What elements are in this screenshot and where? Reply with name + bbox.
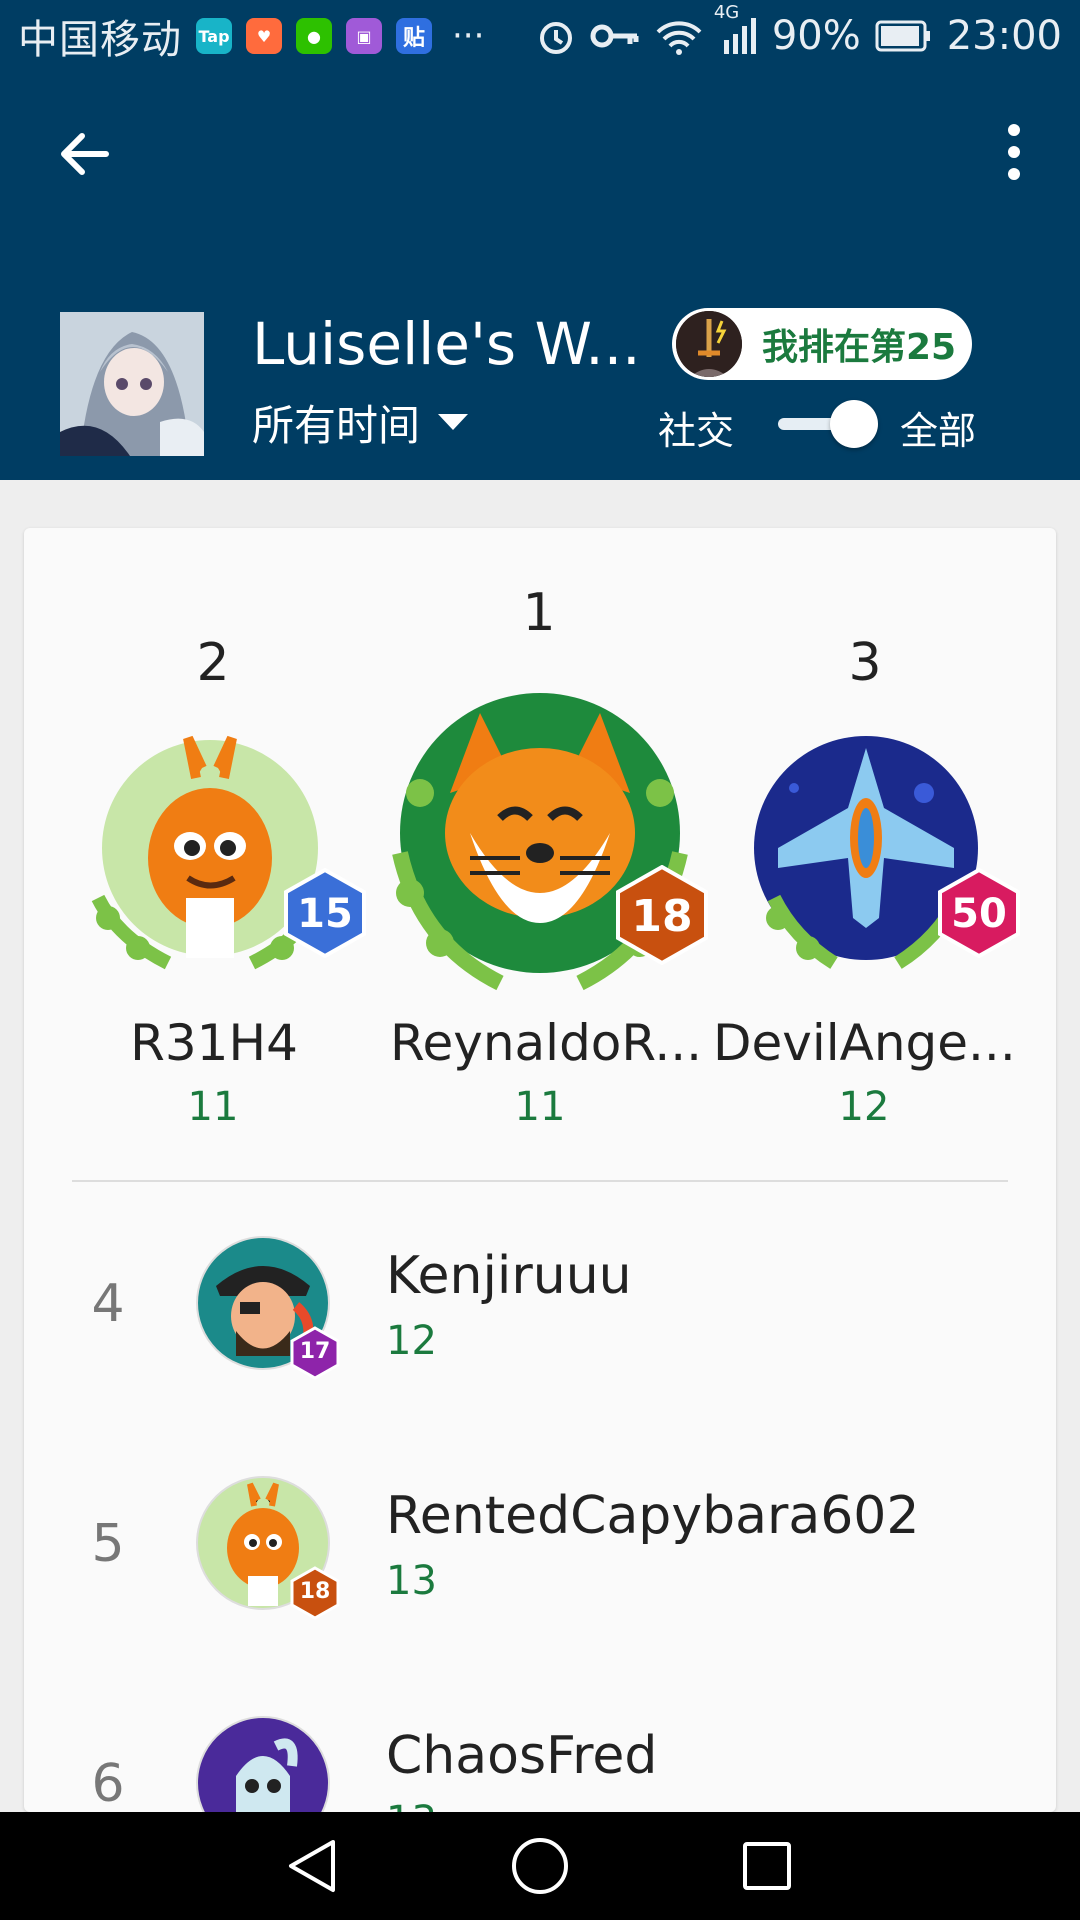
heart-app-icon: ♥ — [246, 18, 282, 54]
time-filter-label: 所有时间 — [252, 401, 421, 450]
level-number: 18 — [299, 1579, 331, 1604]
row-name: ChaosFred — [386, 1726, 658, 1786]
row-score: 13 — [386, 1558, 437, 1604]
podium-rank: 1 — [522, 583, 556, 643]
podium-rank: 3 — [848, 633, 882, 693]
row-avatar: 18 — [196, 1476, 340, 1620]
podium-score: 12 — [838, 1084, 890, 1130]
player-name: Luiselle's W... — [252, 310, 641, 378]
row-score: 12 — [386, 1318, 437, 1364]
alarm-icon — [539, 22, 572, 54]
level-number: 15 — [297, 891, 353, 937]
row-rank: 4 — [91, 1274, 125, 1334]
row-rank: 5 — [91, 1514, 125, 1574]
podium-score: 11 — [187, 1084, 239, 1130]
row-rank: 6 — [91, 1754, 125, 1812]
all-toggle-label: 全部 — [900, 409, 977, 453]
row-avatar — [196, 1716, 330, 1812]
carrier-label: 中国移动 — [18, 17, 182, 63]
row-score: 13 — [386, 1798, 437, 1812]
wechat-icon: ● — [296, 18, 332, 54]
podium-name: DevilAnge... — [713, 1014, 1016, 1072]
podium-score: 11 — [514, 1084, 566, 1130]
podium-divider — [72, 1180, 1008, 1182]
podium-avatar-3[interactable]: 50 — [754, 728, 1024, 978]
level-number: 18 — [631, 891, 693, 942]
more-options-icon[interactable] — [1000, 122, 1028, 182]
podium-name: R31H4 — [130, 1014, 298, 1072]
tieba-icon: 贴 — [396, 18, 432, 54]
podium-name: ReynaldoR... — [390, 1014, 703, 1072]
leaderboard-header: Luiselle's W... 所有时间 我排在第25 社交 全部 — [0, 72, 1080, 480]
wifi-icon — [656, 21, 702, 55]
network-type: 4G — [713, 2, 740, 23]
social-all-toggle[interactable] — [778, 400, 878, 448]
more-notifications-icon: ··· — [452, 16, 485, 56]
row-name: RentedCapybara602 — [386, 1486, 920, 1546]
social-toggle-label: 社交 — [658, 409, 735, 453]
time-filter-dropdown[interactable]: 所有时间 — [252, 392, 469, 453]
cellular-signal-icon: 4G — [714, 2, 758, 56]
system-nav-bar — [0, 1812, 1080, 1920]
toggle-knob — [830, 400, 878, 448]
podium-rank: 2 — [196, 633, 230, 693]
profile-avatar[interactable] — [60, 312, 204, 456]
row-name: Kenjiruuu — [386, 1246, 632, 1306]
my-rank-label: 我排在第25 — [762, 327, 957, 368]
row-avatar: 17 — [196, 1236, 340, 1380]
podium-avatar-2[interactable]: 15 — [78, 728, 366, 978]
leaderboard-card: 2 15 R31H4 11 1 18 ReynaldoR... 11 3 50 … — [24, 528, 1056, 1812]
battery-icon — [875, 20, 930, 52]
key-icon — [590, 24, 639, 48]
nav-home-icon[interactable] — [510, 1836, 570, 1896]
clock: 23:00 — [946, 13, 1062, 59]
podium-avatar-1[interactable]: 18 — [380, 693, 710, 993]
battery-percent: 90% — [771, 13, 861, 59]
back-arrow-icon[interactable] — [56, 126, 112, 182]
dropdown-arrow-icon — [438, 413, 469, 430]
tap-app-icon: Tap — [196, 18, 232, 54]
status-bar: 中国移动 Tap ♥ ● ▣ 贴 ··· 4G 90% 23:00 — [0, 0, 1080, 72]
nav-back-icon[interactable] — [283, 1836, 343, 1896]
my-rank-avatar — [676, 311, 742, 377]
nav-recents-icon[interactable] — [737, 1836, 797, 1896]
gallery-icon: ▣ — [346, 18, 382, 54]
my-rank-button[interactable]: 我排在第25 — [672, 308, 972, 380]
level-number: 50 — [951, 891, 1007, 937]
level-number: 17 — [299, 1339, 331, 1364]
